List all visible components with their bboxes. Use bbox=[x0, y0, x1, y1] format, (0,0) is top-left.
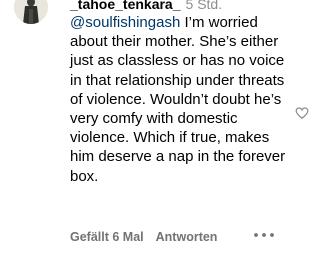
username[interactable]: _tahoe_tenkara_ bbox=[70, 0, 181, 12]
comment-header: _tahoe_tenkara_ 5 Std. bbox=[70, 0, 222, 12]
heart-icon[interactable] bbox=[295, 106, 309, 120]
comment-actions: Gefällt 6 Mal Antworten bbox=[70, 229, 217, 245]
timestamp[interactable]: 5 Std. bbox=[186, 0, 223, 12]
likes-count[interactable]: Gefällt 6 Mal bbox=[70, 230, 144, 244]
avatar[interactable] bbox=[14, 0, 48, 24]
comment-text: I’m worried about their mother. She’s ei… bbox=[70, 14, 286, 185]
comment-body: @soulfishingash I’m worried about their … bbox=[70, 13, 288, 186]
reply-button[interactable]: Antworten bbox=[156, 230, 218, 244]
more-options-icon[interactable] bbox=[253, 231, 275, 239]
mention-link[interactable]: @soulfishingash bbox=[70, 14, 180, 31]
